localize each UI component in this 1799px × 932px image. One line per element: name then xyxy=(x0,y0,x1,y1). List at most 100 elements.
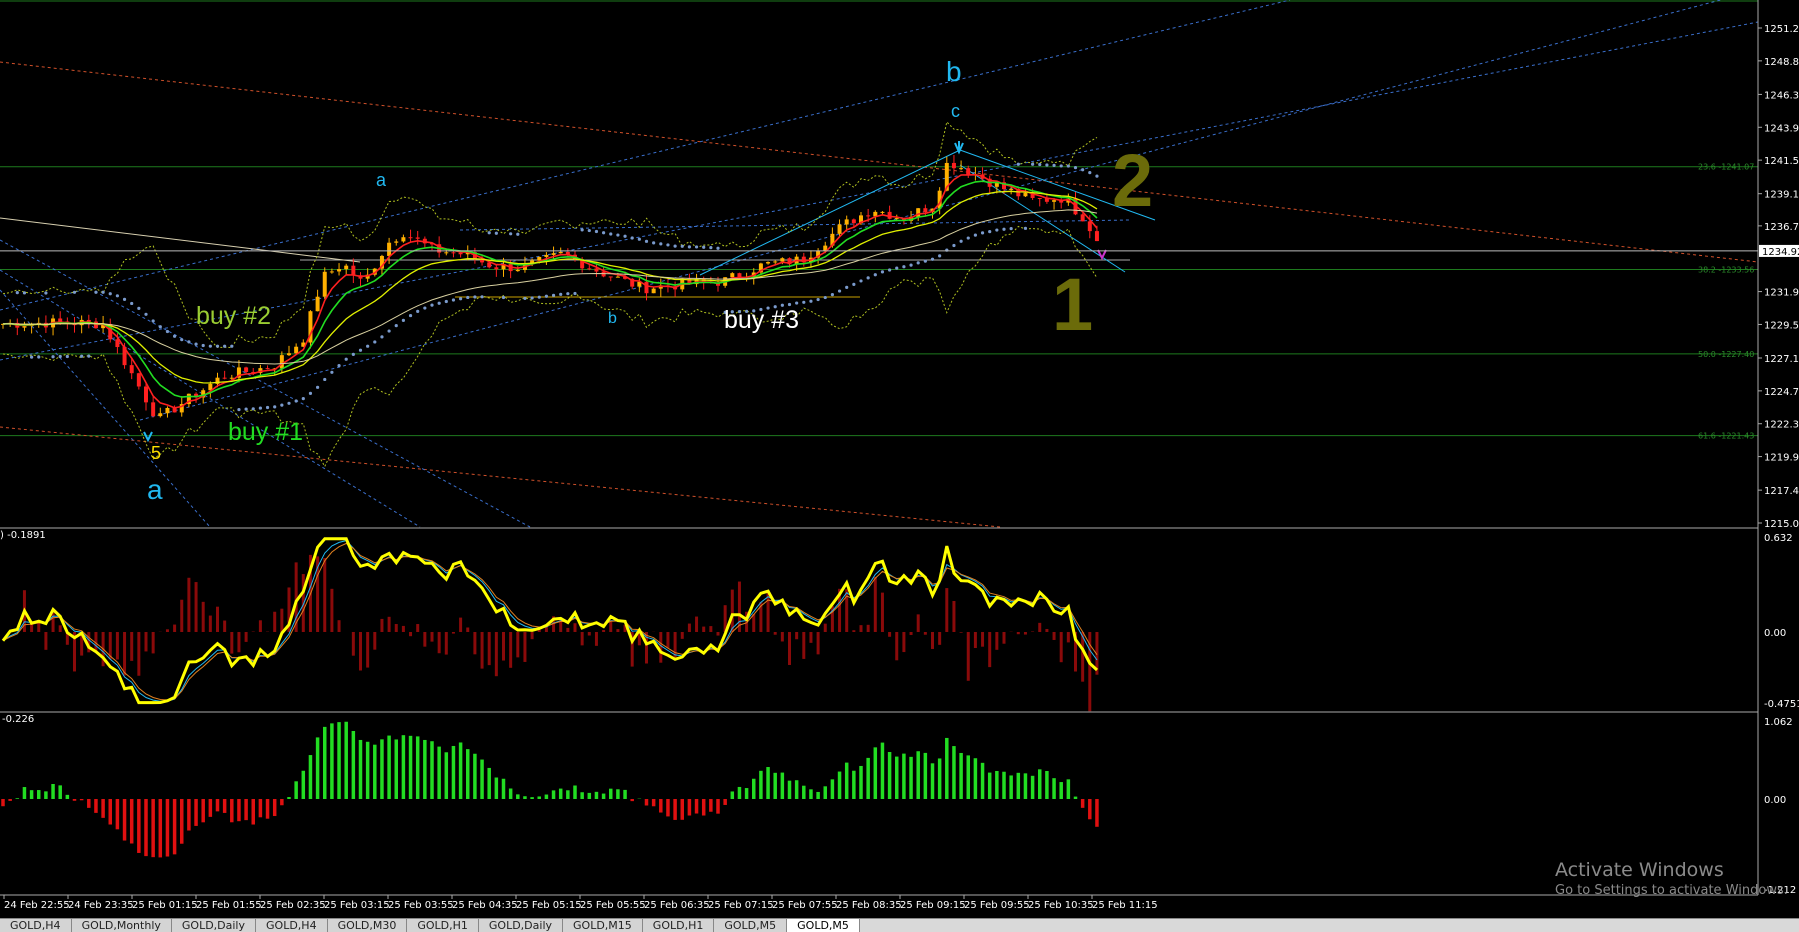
chart-tab[interactable]: GOLD,H1 xyxy=(407,919,479,932)
sar-dot xyxy=(430,303,434,307)
sar-dot xyxy=(158,325,162,329)
sar-dot xyxy=(265,405,270,410)
sar-dot xyxy=(273,405,277,409)
candle-body xyxy=(451,252,456,254)
sar-dot xyxy=(72,290,77,294)
time-tick-label: 25 Feb 09:55 xyxy=(964,900,1030,911)
candle-body xyxy=(737,273,742,278)
sar-dot xyxy=(387,329,391,333)
trading-chart[interactable]: 23.6 -1241.07 38.2 -1233.56 50.0 -1227.40 6… xyxy=(0,0,1799,931)
sar-dot xyxy=(1088,171,1092,175)
oscillator-pane-2[interactable] xyxy=(0,711,1758,858)
chart-tab[interactable]: GOLD,M30 xyxy=(327,919,408,932)
chart-tab[interactable]: GOLD,H4 xyxy=(0,919,72,932)
candle-body xyxy=(773,261,778,263)
watermark-line1: Activate Windows xyxy=(1555,859,1724,881)
candle-body xyxy=(136,373,141,387)
candle-body xyxy=(844,219,849,225)
sar-dot xyxy=(1081,168,1085,172)
sar-dot xyxy=(980,231,985,235)
sar-dot xyxy=(223,344,227,348)
sar-dot xyxy=(802,300,806,304)
price-tick-label: 1227.10 xyxy=(1764,354,1799,365)
candle-body xyxy=(515,269,520,272)
sar-dot xyxy=(380,335,384,339)
sar-dot xyxy=(602,231,606,235)
price-tick-label: 1217.45 xyxy=(1764,486,1799,497)
oscillator-pane-1[interactable] xyxy=(0,527,1758,712)
candle-body xyxy=(337,269,342,272)
sar-dot xyxy=(351,352,355,356)
candle-body xyxy=(165,408,170,414)
candle-body xyxy=(780,258,785,262)
sar-dot xyxy=(480,295,484,299)
candle-body xyxy=(408,237,413,239)
chart-tab[interactable]: GOLD,H4 xyxy=(256,919,328,932)
osc1-axis-label: -0.4751 xyxy=(1764,699,1799,710)
sar-dot xyxy=(666,243,670,247)
sar-dot xyxy=(1023,226,1028,230)
sar-dot xyxy=(594,229,599,234)
sar-dot xyxy=(444,299,448,304)
sar-dot xyxy=(280,403,284,407)
chart-tab[interactable]: GOLD,Daily xyxy=(478,919,564,932)
time-tick-label: 25 Feb 04:35 xyxy=(452,900,518,911)
sar-dot xyxy=(830,293,835,297)
sar-dot xyxy=(516,232,520,236)
sar-dot xyxy=(215,344,220,348)
candle-body xyxy=(730,273,735,278)
sar-dot xyxy=(616,233,620,237)
sar-dot xyxy=(680,244,684,248)
sar-dot xyxy=(880,270,885,274)
main-price-pane[interactable]: 23.6 -1241.07 38.2 -1233.56 50.0 -1227.40 6… xyxy=(0,0,1759,528)
candle-body xyxy=(1023,192,1028,197)
chart-tab[interactable]: GOLD,M5 xyxy=(787,919,860,932)
sar-dot xyxy=(37,355,41,359)
wave-label-b-low: b xyxy=(608,310,617,327)
sar-dot xyxy=(459,297,463,301)
price-tick-label: 1222.30 xyxy=(1764,420,1799,431)
sar-dot xyxy=(988,230,992,234)
sar-dot xyxy=(501,295,506,300)
sar-dot xyxy=(837,289,842,293)
candle-body xyxy=(644,281,649,294)
sar-dot xyxy=(80,354,84,358)
sar-dot xyxy=(559,292,563,296)
candle-body xyxy=(444,252,449,254)
candle-body xyxy=(1009,188,1014,190)
time-tick-label: 25 Feb 09:15 xyxy=(900,900,966,911)
time-tick-label: 25 Feb 03:55 xyxy=(388,900,454,911)
sar-dot xyxy=(151,319,155,323)
chart-tab[interactable]: GOLD,Monthly xyxy=(71,919,172,932)
wave-label-c: c xyxy=(951,101,960,121)
chart-tab[interactable]: GOLD,M5 xyxy=(714,919,788,932)
sar-dot xyxy=(959,239,963,243)
candle-body xyxy=(544,254,549,257)
candle-body xyxy=(151,402,156,417)
chart-tab[interactable]: GOLD,H1 xyxy=(642,919,715,932)
sar-dot xyxy=(952,243,956,248)
sar-dot xyxy=(358,348,363,352)
sar-dot xyxy=(165,329,170,334)
candle-body xyxy=(587,268,592,270)
time-tick-label: 24 Feb 23:35 xyxy=(68,900,134,911)
candle-body xyxy=(959,168,964,170)
sar-dot xyxy=(316,385,320,389)
sar-dot xyxy=(580,228,584,232)
sar-dot xyxy=(659,242,663,246)
chart-tab[interactable]: GOLD,Daily xyxy=(171,919,257,932)
sar-dot xyxy=(1059,164,1063,168)
wave-label-5: 5 xyxy=(151,443,162,463)
sar-dot xyxy=(587,228,591,233)
activation-watermark: Activate Windows Go to Settings to activ… xyxy=(1555,859,1788,898)
osc2-axis-label: 1.062 xyxy=(1764,717,1793,728)
sar-dot xyxy=(466,295,470,300)
buy-label-1: buy #1 xyxy=(228,418,304,446)
sar-dot xyxy=(258,406,262,410)
osc2-axis-label: 0.00 xyxy=(1764,795,1786,806)
time-tick-label: 25 Feb 11:15 xyxy=(1092,900,1158,911)
candle-body xyxy=(487,262,492,268)
chart-tab[interactable]: GOLD,M15 xyxy=(563,919,643,932)
sar-dot xyxy=(437,301,441,305)
sar-dot xyxy=(194,342,198,346)
